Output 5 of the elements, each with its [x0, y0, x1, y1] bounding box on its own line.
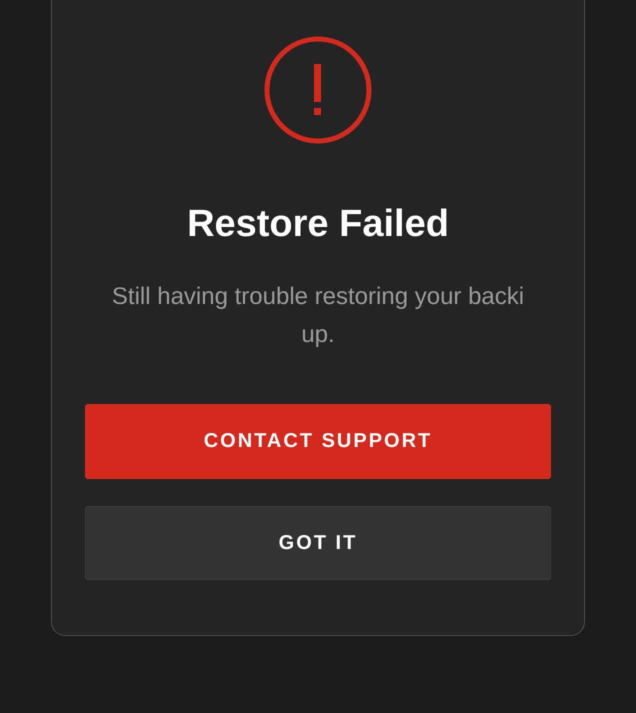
- dialog-message: Still having trouble restoring your backi up.: [110, 282, 526, 350]
- got-it-button[interactable]: GOT IT: [85, 506, 551, 580]
- warning-icon: [264, 36, 372, 144]
- contact-support-button[interactable]: CONTACT SUPPORT: [85, 404, 551, 479]
- dialog-title: Restore Failed: [187, 202, 449, 247]
